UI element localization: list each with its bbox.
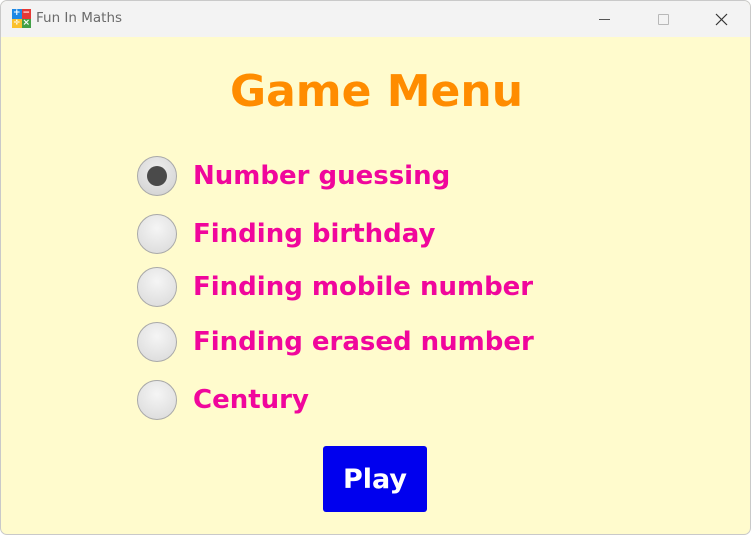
option-label: Finding mobile number (193, 272, 534, 302)
option-label: Century (193, 385, 309, 415)
option-finding-birthday[interactable]: Finding birthday (137, 212, 435, 256)
minimize-icon (599, 19, 610, 20)
option-finding-mobile-number[interactable]: Finding mobile number (137, 265, 533, 309)
window-title: Fun In Maths (36, 10, 123, 26)
option-label: Number guessing (193, 161, 451, 191)
option-label: Finding birthday (193, 219, 436, 249)
maximize-button[interactable] (640, 1, 686, 37)
radio-selected-dot (147, 166, 167, 186)
close-button[interactable] (699, 1, 745, 37)
radio-button[interactable] (137, 380, 177, 420)
page-title: Game Menu (229, 66, 524, 117)
option-finding-erased-number[interactable]: Finding erased number (137, 320, 534, 364)
radio-button[interactable] (137, 322, 177, 362)
option-century[interactable]: Century (137, 378, 309, 422)
radio-button[interactable] (137, 214, 177, 254)
maximize-icon (658, 14, 669, 25)
title-bar[interactable]: + − ÷ × Fun In Maths (1, 1, 750, 37)
game-menu-panel: Game Menu Number guessing Finding birthd… (1, 37, 750, 534)
minimize-button[interactable] (581, 1, 627, 37)
option-label: Finding erased number (193, 327, 534, 357)
radio-button[interactable] (137, 267, 177, 307)
play-button[interactable]: Play (323, 446, 427, 512)
option-number-guessing[interactable]: Number guessing (137, 154, 450, 198)
close-icon (715, 13, 728, 26)
math-operators-icon: + − ÷ × (12, 8, 31, 28)
app-window: + − ÷ × Fun In Maths Game Menu Number gu… (0, 0, 751, 535)
radio-button[interactable] (137, 156, 177, 196)
